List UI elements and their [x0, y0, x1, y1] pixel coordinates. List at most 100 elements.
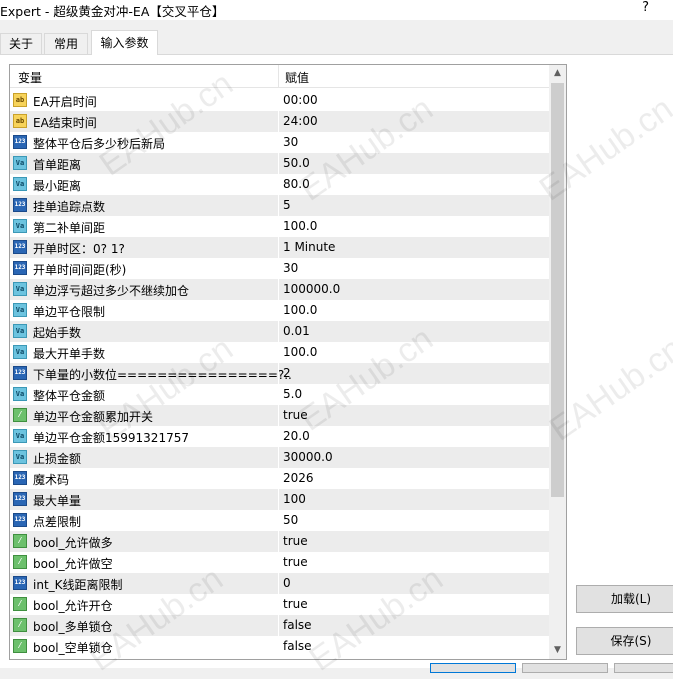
parameter-value[interactable]: 2026: [283, 471, 314, 485]
ok-button[interactable]: [430, 663, 516, 673]
cancel-button[interactable]: [522, 663, 608, 673]
parameter-name: EA结束时间: [33, 116, 97, 130]
n123-type-icon: 123: [13, 492, 27, 506]
parameter-name: bool_多单锁仓: [33, 620, 113, 634]
bool-type-icon: ⁄: [13, 534, 27, 548]
parameter-value[interactable]: 0: [283, 576, 291, 590]
parameter-row[interactable]: 123 魔术码 2026: [10, 468, 549, 489]
parameter-row[interactable]: 123 整体平仓后多少秒后新局 30: [10, 132, 549, 153]
tab-input-parameters[interactable]: 输入参数: [91, 30, 158, 55]
parameter-row[interactable]: 123 最大单量 100: [10, 489, 549, 510]
n123-type-icon: 123: [13, 471, 27, 485]
parameter-row[interactable]: 123 点差限制 50: [10, 510, 549, 531]
parameter-row[interactable]: 123 开单时区：0? 1? 1 Minute: [10, 237, 549, 258]
parameter-value[interactable]: 50: [283, 513, 298, 527]
parameter-row[interactable]: ab EA开启时间 00:00: [10, 90, 549, 111]
parameter-value[interactable]: false: [283, 639, 312, 653]
parameter-value[interactable]: 30: [283, 135, 298, 149]
va-type-icon: Va: [13, 156, 27, 170]
parameter-row[interactable]: Va 起始手数 0.01: [10, 321, 549, 342]
parameter-value[interactable]: 30: [283, 261, 298, 275]
reset-button[interactable]: [614, 663, 673, 673]
parameter-row[interactable]: Va 首单距离 50.0: [10, 153, 549, 174]
parameter-value[interactable]: 100.0: [283, 303, 317, 317]
parameter-row[interactable]: ⁄ bool_允许做多 true: [10, 531, 549, 552]
cell-divider: [278, 237, 279, 258]
parameter-value[interactable]: 5.0: [283, 387, 302, 401]
parameter-row[interactable]: Va 第二补单间距 100.0: [10, 216, 549, 237]
cell-divider: [278, 342, 279, 363]
parameter-row[interactable]: Va 整体平仓金额 5.0: [10, 384, 549, 405]
cell-divider: [278, 552, 279, 573]
parameter-row[interactable]: 123 开单时间间距(秒) 30: [10, 258, 549, 279]
va-type-icon: Va: [13, 387, 27, 401]
parameter-value[interactable]: false: [283, 618, 312, 632]
help-button[interactable]: ?: [642, 0, 649, 15]
scroll-up-arrow-icon[interactable]: ▲: [549, 65, 566, 82]
vertical-scrollbar[interactable]: ▲ ▼: [549, 65, 566, 659]
parameter-row[interactable]: Va 单边平仓限制 100.0: [10, 300, 549, 321]
parameter-row[interactable]: 123 下单量的小数位================?.. 2: [10, 363, 549, 384]
bool-type-icon: ⁄: [13, 408, 27, 422]
parameter-row[interactable]: ⁄ bool_允许开仓 true: [10, 594, 549, 615]
parameters-grid: 变量 赋值 ab EA开启时间 00:00 ab EA结束时间 24:00 123 整体平仓后…: [9, 64, 567, 660]
column-divider[interactable]: [278, 65, 279, 87]
cell-divider: [278, 573, 279, 594]
va-type-icon: Va: [13, 303, 27, 317]
parameter-row[interactable]: ⁄ bool_多单锁仓 false: [10, 615, 549, 636]
parameter-value[interactable]: 30000.0: [283, 450, 333, 464]
cell-divider: [278, 384, 279, 405]
grid-header: 变量 赋值: [10, 65, 549, 88]
column-header-variable[interactable]: 变量: [18, 69, 42, 86]
parameter-row[interactable]: Va 单边浮亏超过多少不继续加仓 100000.0: [10, 279, 549, 300]
parameter-row[interactable]: ⁄ 单边平仓金额累加开关 true: [10, 405, 549, 426]
column-header-value[interactable]: 赋值: [285, 69, 309, 86]
cell-divider: [278, 594, 279, 615]
parameter-value[interactable]: true: [283, 534, 308, 548]
parameter-value[interactable]: 5: [283, 198, 291, 212]
cell-divider: [278, 489, 279, 510]
parameter-name: 单边平仓限制: [33, 305, 106, 319]
parameter-value[interactable]: 20.0: [283, 429, 310, 443]
parameter-value[interactable]: true: [283, 597, 308, 611]
cell-divider: [278, 195, 279, 216]
parameter-value[interactable]: 00:00: [283, 93, 318, 107]
scroll-thumb[interactable]: [551, 83, 564, 497]
parameter-row[interactable]: 123 int_K线距离限制 0: [10, 573, 549, 594]
parameter-value[interactable]: 1 Minute: [283, 240, 335, 254]
va-type-icon: Va: [13, 450, 27, 464]
parameter-row[interactable]: ⁄ bool_允许做空 true: [10, 552, 549, 573]
window-title: Expert - 超级黄金对冲-EA【交叉平仓】: [0, 4, 225, 19]
parameter-row[interactable]: Va 止损金额 30000.0: [10, 447, 549, 468]
parameter-value[interactable]: 100: [283, 492, 306, 506]
parameter-value[interactable]: 24:00: [283, 114, 318, 128]
tab-about[interactable]: 关于: [0, 33, 42, 54]
parameter-name: bool_允许做多: [33, 536, 113, 550]
scroll-down-arrow-icon[interactable]: ▼: [549, 642, 566, 659]
parameter-row[interactable]: 123 挂单追踪点数 5: [10, 195, 549, 216]
parameter-row[interactable]: Va 最小距离 80.0: [10, 174, 549, 195]
cell-divider: [278, 111, 279, 132]
tab-common[interactable]: 常用: [44, 33, 88, 54]
parameter-name: bool_允许开仓: [33, 599, 113, 613]
parameter-row[interactable]: ⁄ bool_空单锁仓 false: [10, 636, 549, 657]
parameter-value[interactable]: 100.0: [283, 219, 317, 233]
parameter-name: 单边浮亏超过多少不继续加仓: [33, 284, 190, 298]
parameter-row[interactable]: Va 最大开单手数 100.0: [10, 342, 549, 363]
cell-divider: [278, 510, 279, 531]
cell-divider: [278, 279, 279, 300]
parameter-value[interactable]: 0.01: [283, 324, 310, 338]
parameter-name: 整体平仓金额: [33, 389, 106, 403]
parameter-value[interactable]: true: [283, 555, 308, 569]
parameter-value[interactable]: 80.0: [283, 177, 310, 191]
parameter-value[interactable]: 2: [283, 366, 291, 380]
parameter-value[interactable]: 100.0: [283, 345, 317, 359]
parameter-row[interactable]: Va 单边平仓金额15991321757 20.0: [10, 426, 549, 447]
load-button[interactable]: 加载(L): [576, 585, 673, 613]
parameter-value[interactable]: 100000.0: [283, 282, 340, 296]
parameter-name: 第二补单间距: [33, 221, 106, 235]
save-button[interactable]: 保存(S): [576, 627, 673, 655]
parameter-row[interactable]: ab EA结束时间 24:00: [10, 111, 549, 132]
parameter-value[interactable]: true: [283, 408, 308, 422]
parameter-value[interactable]: 50.0: [283, 156, 310, 170]
